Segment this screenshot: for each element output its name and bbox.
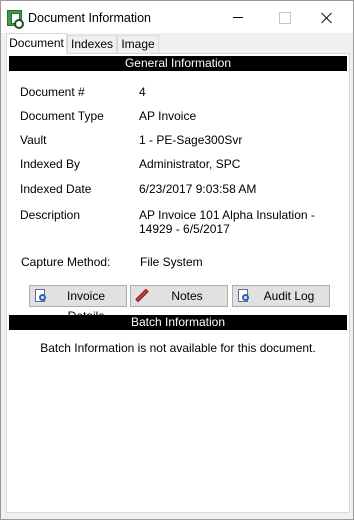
title-bar[interactable]: Document Information [1, 1, 353, 33]
indexed-date-label: Indexed Date [20, 182, 92, 196]
close-button[interactable] [304, 1, 350, 33]
maximize-button[interactable] [261, 1, 307, 33]
pencil-icon [135, 288, 149, 303]
description-value: AP Invoice 101 Alpha Insulation - 14929 … [139, 208, 339, 236]
invoice-details-button[interactable]: Invoice Details [29, 285, 127, 323]
document-tab-panel: General Information Document # 4 Documen… [6, 53, 350, 513]
document-type-label: Document Type [20, 109, 104, 123]
indexed-by-label: Indexed By [20, 157, 81, 171]
capture-method-label: Capture Method: [21, 255, 111, 269]
capture-method-value: File System [140, 255, 203, 269]
document-capture-app-icon [7, 10, 24, 29]
vault-value: 1 - PE-Sage300Svr [139, 133, 243, 147]
document-type-value: AP Invoice [139, 109, 197, 123]
batch-information-message: Batch Information is not available for t… [40, 341, 316, 355]
audit-log-button[interactable]: Audit Log [232, 285, 330, 307]
tab-strip: Document Indexes Image [6, 33, 350, 54]
indexed-date-value: 6/23/2017 9:03:58 AM [139, 182, 257, 196]
document-magnifier-icon [34, 289, 48, 303]
vault-label: Vault [20, 133, 47, 147]
document-information-window: Document Information Document Indexes Im… [0, 0, 354, 520]
document-number-value: 4 [139, 85, 146, 99]
general-information-header: General Information [9, 56, 347, 71]
indexed-by-value: Administrator, SPC [139, 157, 241, 171]
description-label: Description [20, 208, 81, 222]
window-title: Document Information [28, 11, 151, 25]
tab-image[interactable]: Image [117, 35, 159, 53]
notes-button[interactable]: Notes [130, 285, 228, 307]
audit-log-label: Audit Log [263, 289, 315, 303]
document-number-label: Document # [20, 85, 85, 99]
batch-information-header: Batch Information [9, 315, 347, 330]
minimize-button[interactable] [215, 1, 261, 33]
description-line-2: 14929 - 6/5/2017 [139, 222, 230, 236]
document-magnifier-icon [237, 289, 251, 303]
tab-document[interactable]: Document [6, 33, 67, 54]
notes-label: Notes [171, 289, 203, 303]
description-line-1: AP Invoice 101 Alpha Insulation - [139, 208, 315, 222]
tab-indexes[interactable]: Indexes [67, 35, 117, 53]
